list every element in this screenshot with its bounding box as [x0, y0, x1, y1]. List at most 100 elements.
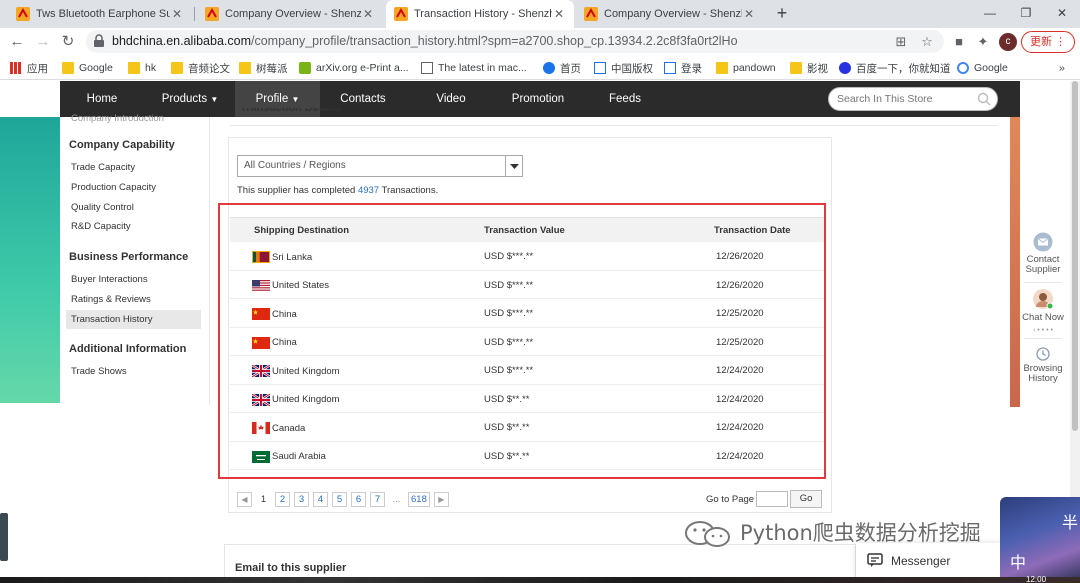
transaction-value-cell: USD $***.** — [484, 279, 534, 291]
reload-icon[interactable]: ↻ — [57, 31, 79, 53]
background-decoration-left — [0, 117, 60, 403]
store-search[interactable] — [828, 87, 998, 111]
bookmark-item[interactable]: Google — [62, 60, 113, 76]
chat-now-button[interactable]: Chat Now ‹ • • • • — [1020, 288, 1066, 336]
page-link[interactable]: 6 — [351, 491, 366, 507]
country-name: China — [272, 308, 297, 320]
search-icon[interactable] — [977, 92, 991, 106]
browser-tab-active[interactable]: Transaction History - Shenzhe ✕ — [386, 0, 574, 28]
dropdown-arrow-icon[interactable] — [505, 156, 522, 176]
sidebar-item-transaction-history[interactable]: Transaction History — [66, 310, 201, 329]
goto-page-input[interactable] — [756, 491, 789, 507]
sidebar-item-trade-shows[interactable]: Trade Shows — [71, 366, 127, 377]
country-region-select[interactable]: All Countries / Regions — [237, 155, 523, 177]
page-link[interactable]: 2 — [275, 491, 290, 507]
united-kingdom-flag-icon — [252, 365, 270, 377]
close-tab-icon[interactable]: ✕ — [361, 7, 375, 21]
messenger-button[interactable]: Messenger — [856, 543, 1000, 578]
more-bookmarks-icon[interactable]: » — [1059, 60, 1065, 76]
bookmark-item[interactable]: 中国版权 — [594, 60, 653, 76]
bookmark-item[interactable]: arXiv.org e-Print a... — [299, 60, 409, 76]
united-states-flag-icon — [252, 279, 270, 292]
next-page-button[interactable]: ▶ — [433, 491, 449, 507]
translate-icon[interactable]: ⊞ — [892, 33, 910, 51]
store-nav-bar: Home Products ▼ Profile ▼ Contacts Video… — [60, 81, 1020, 117]
scrollbar-thumb[interactable] — [1072, 81, 1078, 431]
go-button[interactable]: Go — [790, 490, 823, 508]
bookmark-label: Google — [79, 62, 113, 74]
store-search-input[interactable] — [837, 91, 977, 107]
sidebar-item-buyer-interactions[interactable]: Buyer Interactions — [71, 274, 148, 285]
bookmark-item[interactable]: 首页 — [543, 60, 581, 76]
page-link[interactable]: 5 — [332, 491, 347, 507]
messenger-label: Messenger — [891, 554, 951, 568]
transaction-date-cell: 12/24/2020 — [716, 422, 764, 433]
bookmark-item[interactable]: 百度一下，你就知道 — [839, 60, 951, 76]
sidebar-item-ratings-reviews[interactable]: Ratings & Reviews — [71, 294, 151, 305]
browsing-history-button[interactable]: Browsing History — [1020, 347, 1066, 384]
transaction-summary: This supplier has completed 4937 Transac… — [237, 185, 438, 196]
close-tab-icon[interactable]: ✕ — [552, 7, 566, 21]
browser-tab[interactable]: Company Overview - Shenzhe ✕ — [197, 0, 383, 28]
new-tab-icon[interactable]: + — [772, 3, 792, 23]
browser-tab[interactable]: Tws Bluetooth Earphone Supp ✕ — [8, 0, 192, 28]
puzzle-extensions-icon[interactable]: ✦ — [974, 33, 992, 51]
nav-products[interactable]: Products ▼ — [146, 81, 234, 117]
page-link[interactable]: 3 — [294, 491, 309, 507]
google-g-icon — [957, 62, 969, 74]
back-icon[interactable]: ← — [6, 31, 28, 53]
browser-tab[interactable]: Company Overview - Shenzhe ✕ — [576, 0, 764, 28]
nav-feeds[interactable]: Feeds — [590, 81, 660, 117]
minimize-icon[interactable]: — — [972, 0, 1008, 28]
bookmark-item[interactable]: hk — [128, 60, 156, 76]
email-heading: Email to this supplier — [235, 562, 347, 574]
nav-video[interactable]: Video — [412, 81, 490, 117]
update-button[interactable]: 更新 ⋮ — [1021, 31, 1075, 53]
country-name: Saudi Arabia — [272, 451, 326, 462]
bookmark-item[interactable]: 树莓派 — [239, 60, 288, 76]
prev-page-button[interactable]: ◀ — [237, 491, 252, 507]
bookmark-apps[interactable]: 应用 — [10, 60, 48, 76]
transaction-count[interactable]: 4937 — [358, 185, 379, 196]
chevron-down-icon: ▼ — [291, 95, 300, 104]
page-link[interactable]: 7 — [370, 491, 385, 507]
bookmark-star-icon[interactable]: ☆ — [918, 33, 936, 51]
bookmark-item[interactable]: 登录 — [664, 60, 702, 76]
page-link[interactable]: 4 — [313, 491, 328, 507]
country-name: United Kingdom — [272, 365, 340, 377]
profile-avatar[interactable]: c — [999, 33, 1017, 51]
extension-icon[interactable]: ■ — [950, 33, 968, 51]
sidebar-item-quality-control[interactable]: Quality Control — [71, 202, 134, 213]
table-row: United Kingdom USD $**.** 12/24/2020 — [230, 385, 824, 413]
bookmark-item[interactable]: The latest in mac... — [421, 60, 527, 76]
bookmark-item[interactable]: 音频论文 — [171, 60, 230, 76]
close-tab-icon[interactable]: ✕ — [170, 7, 184, 21]
folder-icon — [62, 62, 74, 74]
transaction-value-cell: USD $***.** — [484, 336, 534, 348]
bookmark-item[interactable]: pandown — [716, 60, 776, 76]
bookmark-label: 百度一下，你就知道 — [856, 62, 951, 75]
sidebar-item-rd-capacity[interactable]: R&D Capacity — [71, 221, 131, 232]
bookmarks-bar: 应用 Google hk 音频论文 树莓派 arXiv.org e-Print … — [0, 55, 1080, 80]
canada-flag-icon — [252, 422, 270, 434]
restore-icon[interactable]: ❐ — [1008, 0, 1044, 28]
close-tab-icon[interactable]: ✕ — [742, 7, 756, 21]
contact-supplier-button[interactable]: Contact Supplier — [1020, 232, 1066, 275]
bookmark-item[interactable]: 影视 — [790, 60, 828, 76]
page-link-last[interactable]: 618 — [408, 491, 430, 507]
sidebar-item-production-capacity[interactable]: Production Capacity — [71, 182, 156, 193]
nav-home[interactable]: Home — [60, 81, 144, 117]
bookmark-item[interactable]: Google — [957, 60, 1008, 76]
browser-tab-strip: Tws Bluetooth Earphone Supp ✕ Company Ov… — [0, 0, 1080, 28]
sidebar-item-company-introduction[interactable]: Company Introduction — [71, 113, 164, 124]
wechat-icon — [685, 521, 730, 547]
sidebar-item-trade-capacity[interactable]: Trade Capacity — [71, 162, 135, 173]
country-name: Sri Lanka — [272, 251, 313, 263]
address-bar[interactable]: bhdchina.en.alibaba.com/company_profile/… — [86, 30, 944, 53]
close-window-icon[interactable]: ✕ — [1044, 0, 1080, 28]
nav-promotion[interactable]: Promotion — [498, 81, 578, 117]
apps-grid-icon — [10, 62, 22, 74]
table-row: United States USD $***.** 12/26/2020 — [230, 271, 824, 299]
forward-icon[interactable]: → — [32, 31, 54, 53]
background-decoration-right — [1010, 117, 1020, 407]
